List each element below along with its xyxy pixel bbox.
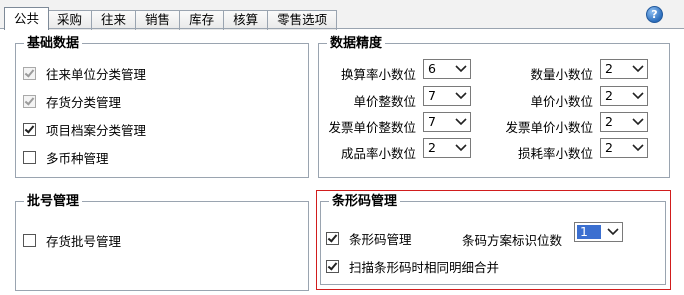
basic-data-title: 基础数据 xyxy=(24,35,83,52)
checkbox-label: 多币种管理 xyxy=(46,151,109,166)
checkbox-label: 存货分类管理 xyxy=(46,95,122,110)
quantity-decimals-select[interactable]: 2 xyxy=(600,59,648,79)
select-value: 2 xyxy=(605,61,613,76)
checkbox-partner-category[interactable]: 往来单位分类管理 xyxy=(23,64,146,83)
invoice-price-decimals-select[interactable]: 2 xyxy=(600,112,648,132)
select-value: 7 xyxy=(428,114,436,129)
tab-accounting[interactable]: 核算 xyxy=(224,10,269,30)
checkbox-barcode-management[interactable]: 条形码管理 xyxy=(326,229,412,248)
chevron-down-icon[interactable] xyxy=(452,113,470,131)
conversion-rate-decimals-select[interactable]: 6 xyxy=(423,59,471,79)
checkbox-label: 条形码管理 xyxy=(349,232,412,247)
checkbox-inventory-batch[interactable]: 存货批号管理 xyxy=(23,231,121,250)
checkbox-multi-currency[interactable]: 多币种管理 xyxy=(23,148,109,167)
yield-rate-decimals-label: 成品率小数位 xyxy=(340,146,416,161)
invoice-price-decimals-label: 发票单价小数位 xyxy=(505,120,593,135)
chevron-down-icon[interactable] xyxy=(452,87,470,105)
invoice-price-integer-label: 发票单价整数位 xyxy=(328,120,416,135)
checkbox-box[interactable] xyxy=(326,260,339,273)
tab-purchase[interactable]: 采购 xyxy=(48,10,93,30)
chevron-down-icon[interactable] xyxy=(604,223,622,241)
chevron-down-icon[interactable] xyxy=(629,113,647,131)
tab-retail-options[interactable]: 零售选项 xyxy=(268,10,338,30)
select-value: 6 xyxy=(428,61,436,76)
tab-transactions[interactable]: 往来 xyxy=(92,10,137,30)
select-value: 2 xyxy=(605,88,613,103)
unit-price-decimals-label: 单价小数位 xyxy=(530,94,593,109)
checkbox-inventory-category[interactable]: 存货分类管理 xyxy=(23,92,121,111)
checkbox-merge-same-details[interactable]: 扫描条形码时相同明细合并 xyxy=(326,257,499,276)
checkbox-label: 扫描条形码时相同明细合并 xyxy=(349,260,500,275)
unit-price-integer-select[interactable]: 7 xyxy=(423,86,471,106)
checkbox-box[interactable] xyxy=(23,67,36,80)
batch-title: 批号管理 xyxy=(24,193,83,210)
chevron-down-icon[interactable] xyxy=(629,60,647,78)
barcode-scheme-digits-label: 条码方案标识位数 xyxy=(462,233,563,248)
checkbox-label: 存货批号管理 xyxy=(46,234,122,249)
checkbox-label: 项目档案分类管理 xyxy=(46,123,147,138)
tab-public[interactable]: 公共 xyxy=(4,7,50,30)
checkbox-box[interactable] xyxy=(23,95,36,108)
help-icon[interactable]: ? xyxy=(646,6,663,23)
precision-title: 数据精度 xyxy=(327,35,386,52)
checkbox-box[interactable] xyxy=(23,123,36,136)
checkbox-box[interactable] xyxy=(23,234,36,247)
tab-inventory[interactable]: 库存 xyxy=(180,10,225,30)
checkbox-box[interactable] xyxy=(23,151,36,164)
loss-rate-decimals-select[interactable]: 2 xyxy=(600,138,648,158)
select-value: 1 xyxy=(577,225,601,239)
tab-list: 公共 采购 往来 销售 库存 核算 零售选项 xyxy=(4,7,338,30)
chevron-down-icon[interactable] xyxy=(452,139,470,157)
select-value: 2 xyxy=(605,140,613,155)
chevron-down-icon[interactable] xyxy=(629,139,647,157)
select-value: 2 xyxy=(605,114,613,129)
tab-divider xyxy=(0,28,684,29)
chevron-down-icon[interactable] xyxy=(452,60,470,78)
tab-bar: 公共 采购 往来 销售 库存 核算 零售选项 ? xyxy=(0,0,684,30)
loss-rate-decimals-label: 损耗率小数位 xyxy=(517,146,593,161)
barcode-title: 条形码管理 xyxy=(329,193,401,210)
unit-price-decimals-select[interactable]: 2 xyxy=(600,86,648,106)
chevron-down-icon[interactable] xyxy=(629,87,647,105)
tab-sales[interactable]: 销售 xyxy=(136,10,181,30)
barcode-scheme-digits-select[interactable]: 1 xyxy=(574,222,623,242)
checkbox-project-category[interactable]: 项目档案分类管理 xyxy=(23,120,146,139)
select-value: 7 xyxy=(428,88,436,103)
checkbox-label: 往来单位分类管理 xyxy=(46,67,147,82)
checkbox-box[interactable] xyxy=(326,232,339,245)
quantity-decimals-label: 数量小数位 xyxy=(530,67,593,82)
conversion-rate-decimals-label: 换算率小数位 xyxy=(340,67,416,82)
unit-price-integer-label: 单价整数位 xyxy=(353,94,416,109)
invoice-price-integer-select[interactable]: 7 xyxy=(423,112,471,132)
yield-rate-decimals-select[interactable]: 2 xyxy=(423,138,471,158)
select-value: 2 xyxy=(428,140,436,155)
